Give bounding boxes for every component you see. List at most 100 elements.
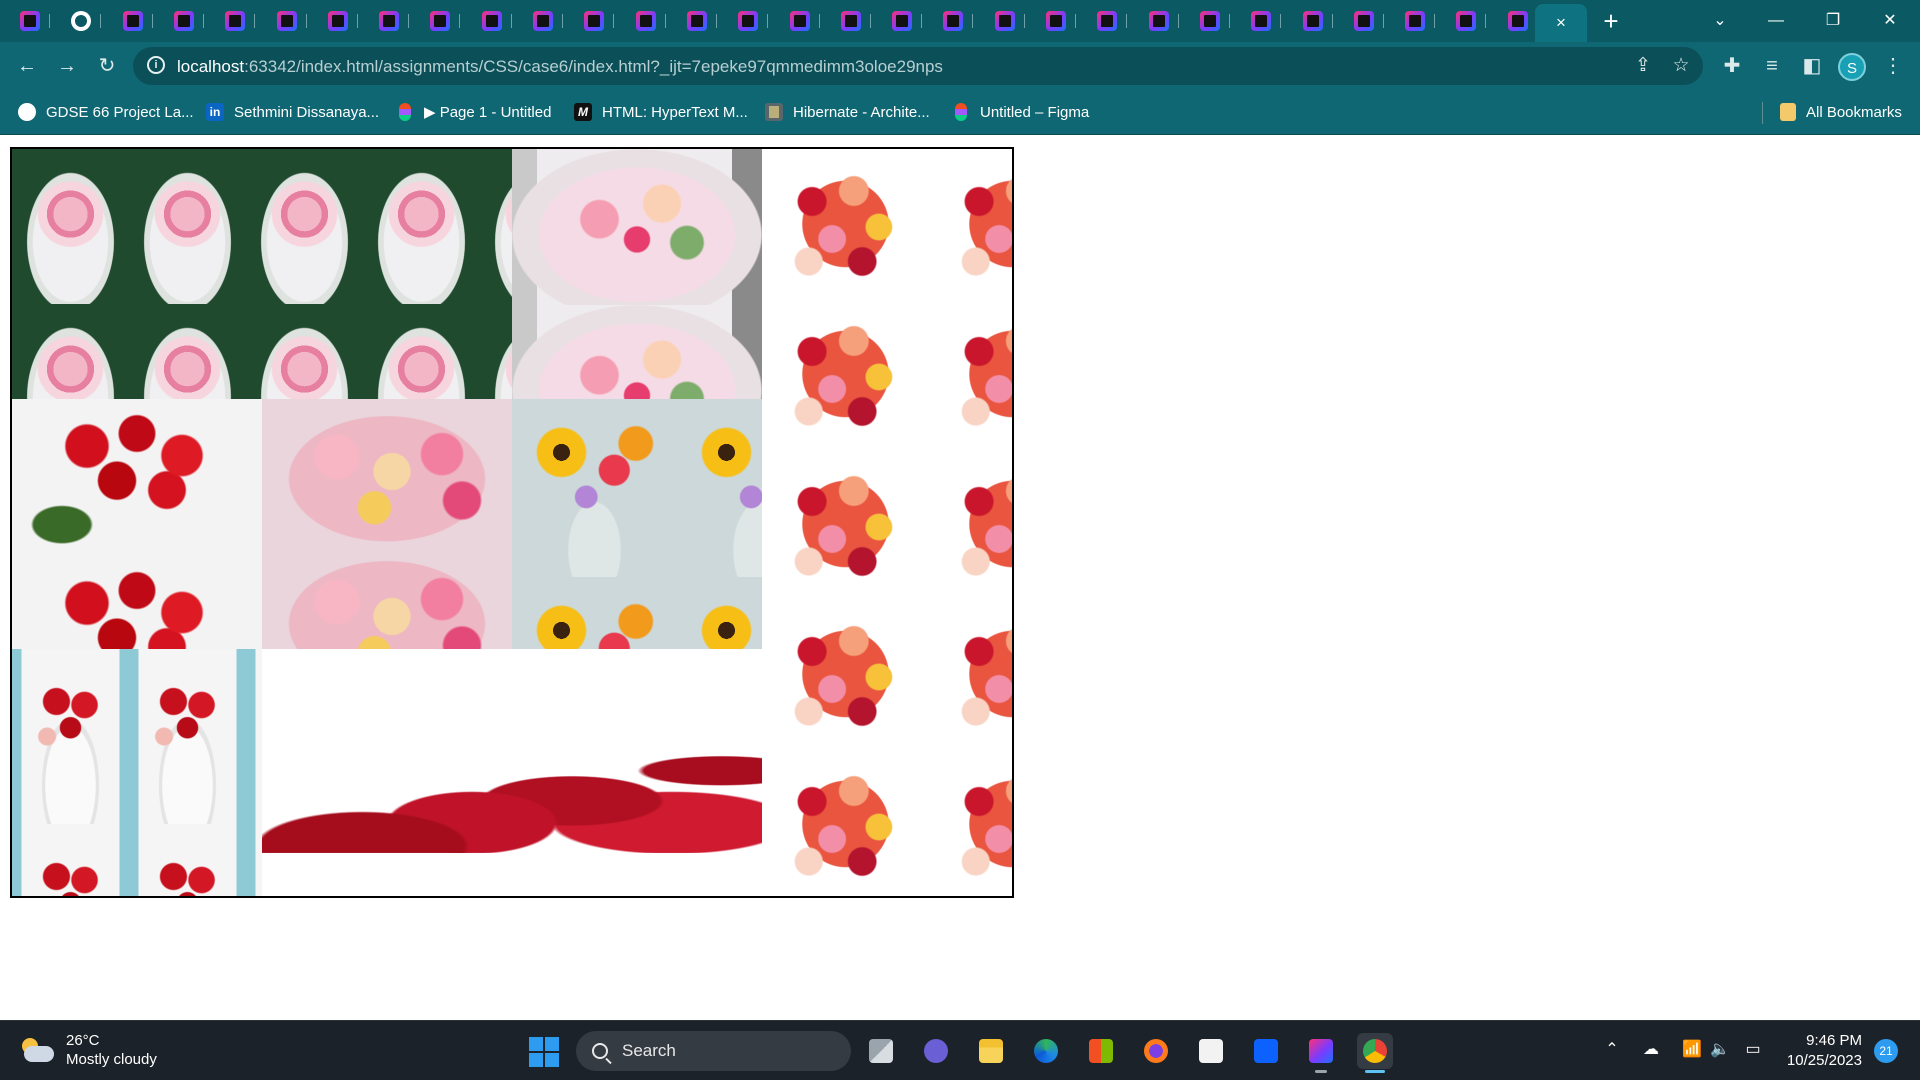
bookmark-mdn-html[interactable]: M HTML: HyperText M... [574, 100, 748, 124]
tab-intellij[interactable] [1344, 8, 1384, 34]
bookmark-linkedin[interactable]: in Sethmini Dissanaya... [206, 100, 379, 124]
tab-intellij[interactable] [1190, 8, 1230, 34]
tab-github[interactable] [61, 8, 101, 34]
intellij-idea-icon [225, 11, 245, 31]
intellij-idea-icon [1303, 11, 1323, 31]
back-button[interactable]: ← [13, 52, 41, 80]
volume-icon[interactable]: 🔈 [1709, 1039, 1731, 1061]
all-bookmarks-button[interactable]: All Bookmarks [1780, 100, 1902, 124]
tab-intellij[interactable] [677, 8, 717, 34]
tab-intellij[interactable] [728, 8, 768, 34]
start-button[interactable] [529, 1037, 559, 1067]
tab-intellij[interactable] [113, 8, 153, 34]
tab-intellij[interactable] [164, 8, 204, 34]
intellij-idea-icon [738, 11, 758, 31]
taskbar-search[interactable]: Search [576, 1031, 851, 1071]
tab-intellij[interactable] [318, 8, 358, 34]
close-tab-icon[interactable]: × [1556, 13, 1566, 33]
bookmark-label: GDSE 66 Project La... [46, 103, 194, 121]
tab-separator [921, 14, 922, 28]
reload-button[interactable]: ↻ [93, 52, 121, 80]
address-bar[interactable]: i localhost:63342/index.html/assignments… [133, 47, 1703, 85]
close-window-button[interactable]: ✕ [1870, 6, 1910, 36]
tab-separator [408, 14, 409, 28]
tab-intellij[interactable] [420, 8, 460, 34]
tab-intellij[interactable] [1446, 8, 1486, 34]
tab-intellij[interactable] [1087, 8, 1127, 34]
restore-button[interactable]: ❐ [1813, 6, 1853, 36]
tab-intellij[interactable] [523, 8, 563, 34]
intellij-idea-icon [328, 11, 348, 31]
intellij-idea-icon [1456, 11, 1476, 31]
tab-intellij[interactable] [1395, 8, 1435, 34]
address-url[interactable]: localhost:63342/index.html/assignments/C… [177, 57, 943, 77]
tab-intellij[interactable] [933, 8, 973, 34]
gallery-image-peach-bouquet [262, 399, 512, 649]
tab-intellij[interactable] [574, 8, 614, 34]
tab-intellij[interactable] [10, 8, 50, 34]
weather-widget[interactable]: 26°C Mostly cloudy [20, 1031, 157, 1069]
intellij-idea-icon [1149, 11, 1169, 31]
tab-separator [357, 14, 358, 28]
share-icon[interactable]: ⇪ [1632, 55, 1654, 77]
notification-badge[interactable]: 21 [1874, 1039, 1898, 1063]
gallery-image-pastel-bouquet [512, 149, 762, 399]
bookmark-label: ▶ Page 1 - Untitled [424, 104, 552, 121]
battery-icon[interactable]: ▭ [1742, 1039, 1764, 1061]
tab-intellij[interactable] [1241, 8, 1281, 34]
profile-avatar[interactable]: S [1838, 53, 1866, 81]
tab-intellij[interactable] [267, 8, 307, 34]
tab-separator [1126, 14, 1127, 28]
tab-intellij[interactable] [780, 8, 820, 34]
tab-separator [49, 14, 50, 28]
side-panel-icon[interactable]: ◧ [1798, 52, 1826, 80]
tab-separator [100, 14, 101, 28]
microsoft-store-icon[interactable] [1083, 1033, 1119, 1069]
tab-intellij[interactable] [215, 8, 255, 34]
tab-intellij[interactable] [626, 8, 666, 34]
bookmarks-bar: GDSE 66 Project La... in Sethmini Dissan… [0, 90, 1920, 135]
taskbar-clock[interactable]: 9:46 PM 10/25/2023 [1778, 1031, 1862, 1071]
tab-separator [1229, 14, 1230, 28]
active-tab[interactable]: × [1535, 4, 1587, 42]
bookmark-star-icon[interactable]: ☆ [1670, 55, 1692, 77]
tab-separator [870, 14, 871, 28]
bookmark-figma-page1[interactable]: ▶ Page 1 - Untitled [396, 100, 551, 124]
wifi-icon[interactable]: 📶 [1681, 1039, 1703, 1061]
menu-kebab-icon[interactable]: ⋮ [1879, 52, 1907, 80]
edge-icon[interactable] [1028, 1033, 1064, 1069]
intellij-idea-icon [482, 11, 502, 31]
bookmark-gdse-project[interactable]: GDSE 66 Project La... [18, 100, 194, 124]
bookmark-hibernate[interactable]: Hibernate - Archite... [765, 100, 930, 124]
github-icon [18, 103, 36, 121]
tab-separator [562, 14, 563, 28]
tab-intellij[interactable] [1293, 8, 1333, 34]
extensions-icon[interactable]: ✚ [1718, 52, 1746, 80]
show-hidden-icons-chevron-icon[interactable]: ⌃ [1601, 1039, 1623, 1061]
forward-button[interactable]: → [53, 52, 81, 80]
media-control-icon[interactable]: ≡ [1758, 52, 1786, 80]
minimize-button[interactable]: — [1756, 6, 1796, 36]
tab-intellij[interactable] [472, 8, 512, 34]
tab-intellij[interactable] [1498, 8, 1538, 34]
onedrive-icon[interactable]: ☁ [1640, 1039, 1662, 1061]
tab-intellij[interactable] [831, 8, 871, 34]
tab-intellij[interactable] [1036, 8, 1076, 34]
tab-intellij[interactable] [369, 8, 409, 34]
tab-intellij[interactable] [1139, 8, 1179, 34]
dropbox-icon[interactable] [1248, 1033, 1284, 1069]
amazon-icon[interactable] [1193, 1033, 1229, 1069]
tab-intellij[interactable] [985, 8, 1025, 34]
chrome-icon[interactable] [1357, 1033, 1393, 1073]
bookmark-figma-untitled[interactable]: Untitled – Figma [952, 100, 1089, 124]
tab-separator [254, 14, 255, 28]
intellij-idea-icon[interactable] [1303, 1033, 1339, 1073]
teams-chat-icon[interactable] [918, 1033, 954, 1069]
firefox-icon[interactable] [1138, 1033, 1174, 1069]
tab-intellij[interactable] [882, 8, 922, 34]
site-info-icon[interactable]: i [147, 56, 165, 74]
tab-search-icon[interactable]: ⌄ [1700, 6, 1740, 36]
file-explorer-icon[interactable] [973, 1033, 1009, 1069]
task-view-icon[interactable] [863, 1033, 899, 1069]
new-tab-button[interactable]: + [1597, 7, 1625, 35]
